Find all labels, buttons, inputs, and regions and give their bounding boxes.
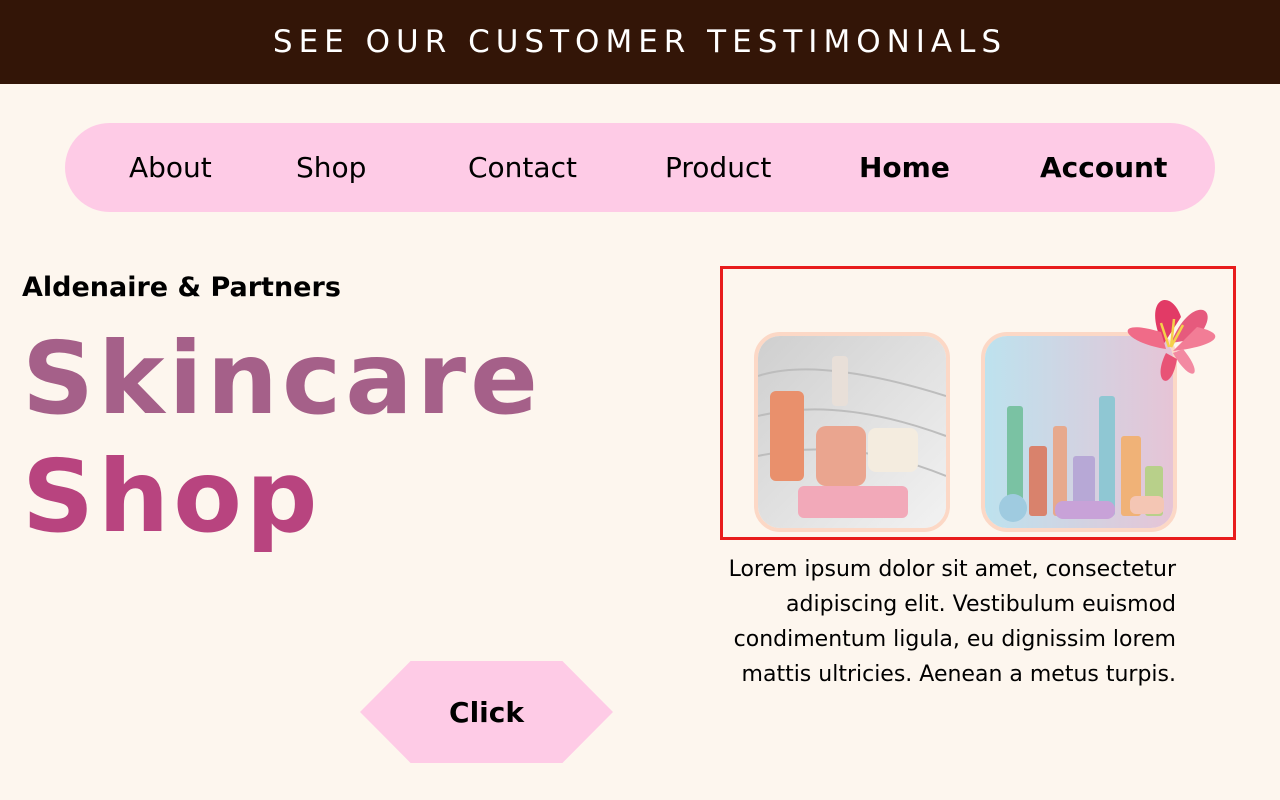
nav-item-product[interactable]: Product bbox=[665, 123, 771, 212]
nav-item-shop[interactable]: Shop bbox=[296, 123, 366, 212]
click-button-label: Click bbox=[449, 695, 524, 729]
nav-item-home[interactable]: Home bbox=[859, 123, 950, 212]
banner-text[interactable]: SEE OUR CUSTOMER TESTIMONIALS bbox=[273, 24, 1007, 60]
hero-title-line2: Shop bbox=[22, 438, 322, 555]
brand-name: Aldenaire & Partners bbox=[22, 272, 341, 303]
lily-flower-icon bbox=[1111, 287, 1231, 397]
hero-title-line1: Skincare bbox=[22, 320, 542, 437]
nav-item-contact[interactable]: Contact bbox=[468, 123, 577, 212]
main-nav: About Shop Contact Product Home Account bbox=[65, 123, 1215, 212]
skincare-products-photo bbox=[754, 332, 950, 532]
click-button[interactable]: Click bbox=[360, 661, 613, 763]
testimonials-banner[interactable]: SEE OUR CUSTOMER TESTIMONIALS bbox=[0, 0, 1280, 84]
nav-item-about[interactable]: About bbox=[129, 123, 212, 212]
description-text: Lorem ipsum dolor sit amet, consectetur … bbox=[728, 557, 1176, 687]
product-gallery bbox=[720, 266, 1236, 540]
nav-item-account[interactable]: Account bbox=[1040, 123, 1167, 212]
